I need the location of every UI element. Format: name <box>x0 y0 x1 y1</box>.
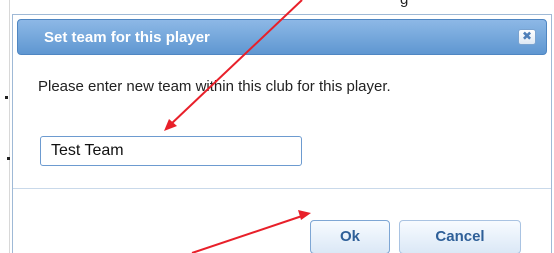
margin-dot <box>5 96 8 99</box>
dialog-divider <box>13 188 551 189</box>
cancel-button[interactable]: Cancel <box>399 220 521 253</box>
margin-dot <box>7 157 10 160</box>
page-edge-line <box>9 0 10 253</box>
dialog-prompt: Please enter new team within this club f… <box>38 78 391 95</box>
team-name-input[interactable] <box>40 136 302 166</box>
dialog-title: Set team for this player <box>44 29 210 46</box>
cropped-text-fragment: g <box>400 0 408 8</box>
screenshot-page: g Set team for this player ✖ Please ente… <box>0 0 554 253</box>
ok-button[interactable]: Ok <box>310 220 390 253</box>
dialog-titlebar[interactable]: Set team for this player ✖ <box>17 19 547 55</box>
set-team-dialog: Set team for this player ✖ Please enter … <box>12 14 552 253</box>
close-icon[interactable]: ✖ <box>518 29 536 45</box>
